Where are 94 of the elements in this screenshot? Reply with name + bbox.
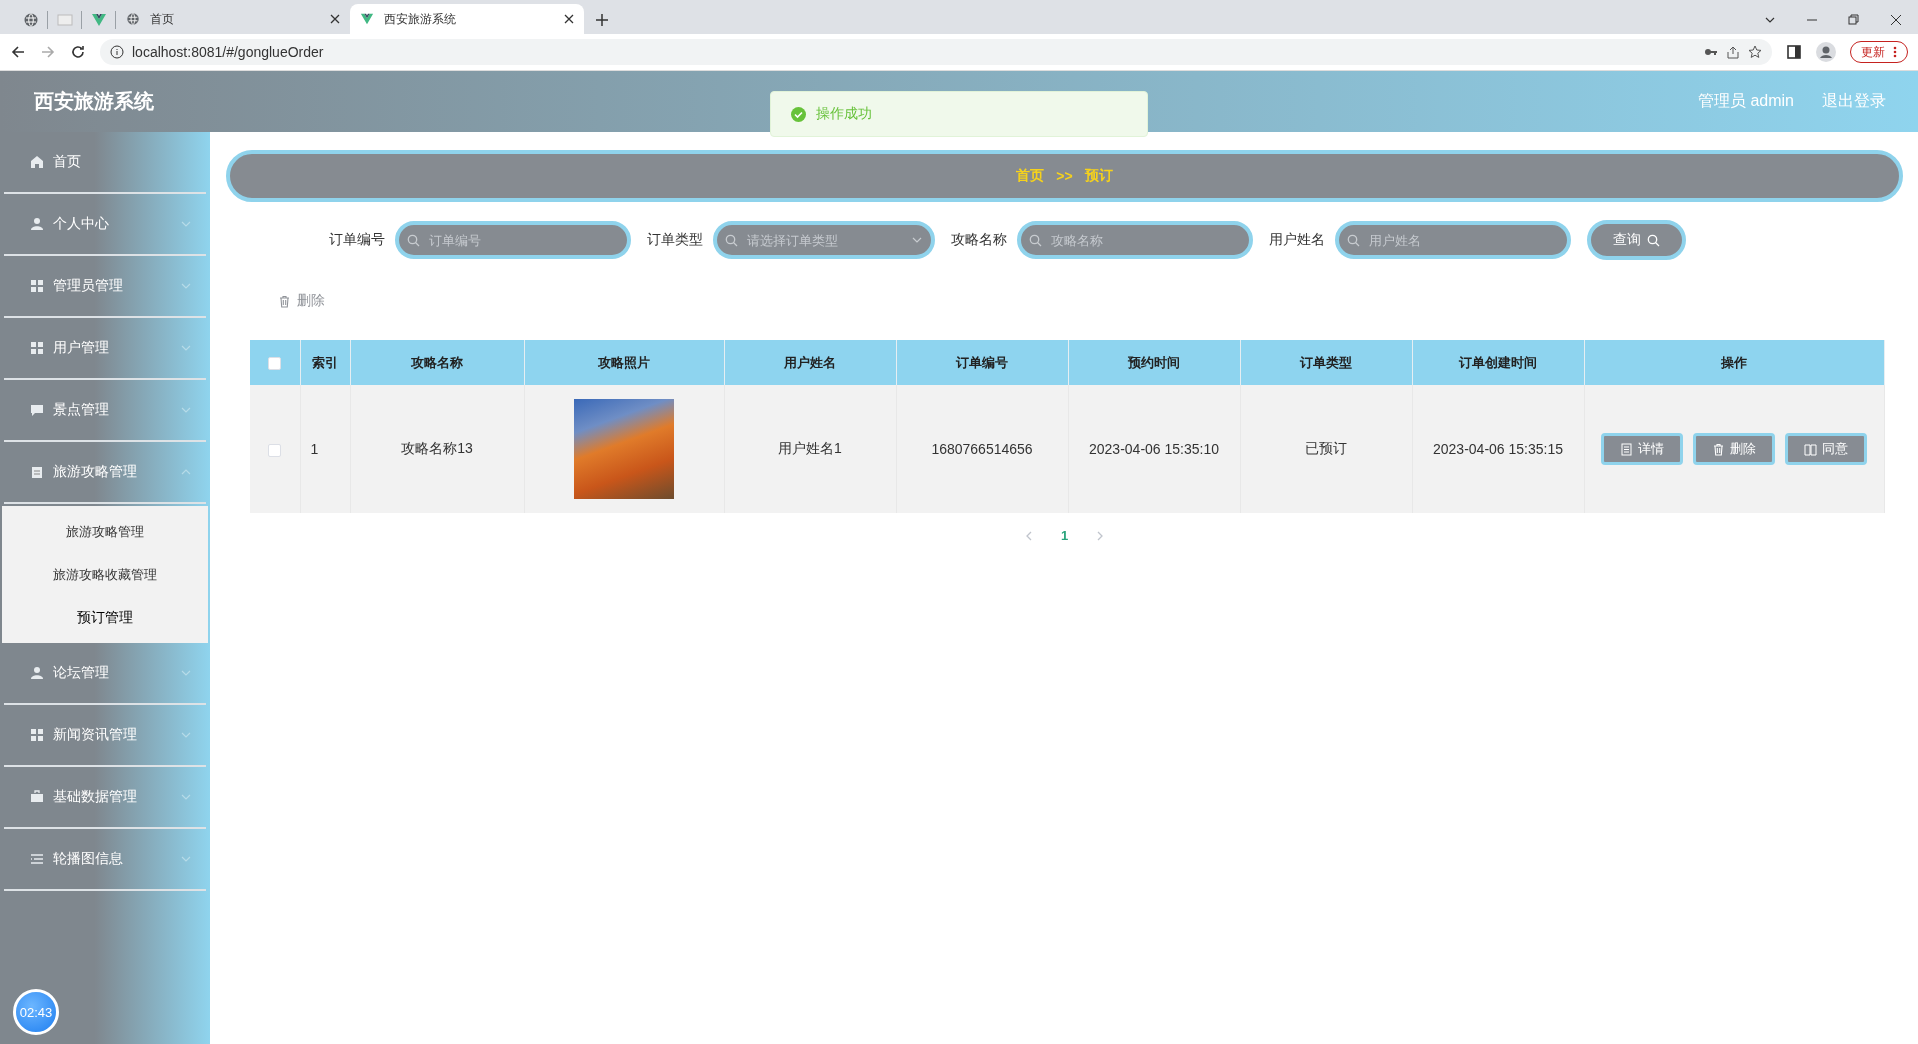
back-icon[interactable]: [10, 44, 26, 60]
column-header: 用户姓名: [784, 354, 836, 370]
share-icon[interactable]: [1726, 45, 1740, 59]
profile-icon[interactable]: [1816, 42, 1836, 62]
plus-icon[interactable]: [596, 14, 608, 26]
sidebar-item[interactable]: 首页: [4, 132, 206, 194]
globe-icon[interactable]: [22, 12, 39, 28]
chat-icon: [30, 403, 44, 417]
row-checkbox[interactable]: [268, 443, 282, 457]
column-header: 索引: [312, 354, 338, 370]
search-button[interactable]: 查询: [1587, 220, 1686, 260]
grid-icon: [30, 341, 44, 355]
table-cell: 攻略名称13: [401, 440, 473, 456]
home-icon: [30, 155, 44, 169]
select-field[interactable]: 请选择订单类型: [713, 221, 935, 259]
sidebar-item[interactable]: 景点管理: [4, 380, 206, 442]
column-header: 订单创建时间: [1459, 354, 1537, 370]
url-text: localhost:8081/#/gonglueOrder: [132, 44, 325, 60]
submenu-item[interactable]: 旅游攻略管理: [2, 510, 208, 553]
more-icon: [1893, 46, 1897, 58]
search-field[interactable]: 攻略名称: [1017, 221, 1253, 259]
toast-text: 操作成功: [816, 105, 872, 123]
sidebar-item[interactable]: 旅游攻略管理: [4, 442, 206, 504]
person-icon: [30, 666, 44, 680]
browser-tab[interactable]: 首页: [116, 4, 350, 34]
app-title: 西安旅游系统: [34, 89, 154, 114]
reload-icon[interactable]: [70, 44, 86, 60]
table-cell: 用户姓名1: [778, 440, 842, 456]
table-cell: 2023-04-06 15:35:15: [1433, 441, 1563, 457]
table-cell: 1: [310, 441, 319, 457]
briefcase-icon: [30, 790, 44, 804]
book-icon: [1804, 442, 1817, 456]
select-all-checkbox[interactable]: [268, 357, 282, 371]
trash-icon: [278, 294, 291, 308]
column-header: 订单编号: [956, 354, 1008, 370]
search-icon: [1347, 234, 1360, 247]
search-icon: [1647, 233, 1660, 247]
update-button[interactable]: 更新: [1850, 41, 1908, 63]
breadcrumb-item: 预订: [1084, 167, 1113, 185]
table-cell: 2023-04-06 15:35:10: [1089, 441, 1219, 457]
clipboard-icon: [30, 465, 44, 479]
column-header: 攻略名称: [411, 354, 463, 370]
user-label: 管理员 admin: [1697, 91, 1794, 111]
sidebar-item[interactable]: 新闻资讯管理: [4, 705, 206, 767]
grid-icon: [30, 728, 44, 742]
field-label: 订单类型: [647, 231, 703, 249]
sidebar-item[interactable]: 论坛管理: [4, 643, 206, 705]
column-header: 操作: [1721, 354, 1747, 370]
field-label: 订单编号: [329, 231, 385, 249]
sidebar-item[interactable]: 基础数据管理: [4, 767, 206, 829]
submenu-item[interactable]: 预订管理: [2, 596, 208, 639]
page-number[interactable]: 1: [1054, 527, 1075, 544]
side-panel-icon[interactable]: [1786, 44, 1802, 60]
table-cell: 已预订: [1305, 440, 1347, 456]
clock-badge: 02:43: [13, 989, 59, 1035]
action-button[interactable]: 详情: [1601, 433, 1683, 465]
v-logo-icon: [360, 12, 374, 26]
globe-icon: [126, 12, 140, 26]
sidebar-item[interactable]: 个人中心: [4, 194, 206, 256]
search-icon: [407, 234, 420, 247]
delete-button[interactable]: 删除: [278, 292, 325, 310]
breadcrumb-separator: >>: [1056, 168, 1073, 184]
close-icon[interactable]: [564, 14, 574, 24]
star-icon[interactable]: [1748, 45, 1762, 59]
sidebar-item[interactable]: 轮播图信息: [4, 829, 206, 891]
list-icon: [30, 852, 44, 866]
person-icon: [30, 217, 44, 231]
info-icon: [110, 45, 124, 59]
address-bar[interactable]: localhost:8081/#/gonglueOrder: [100, 39, 1772, 65]
submenu-item[interactable]: 旅游攻略收藏管理: [2, 553, 208, 596]
success-icon: [791, 106, 806, 122]
browser-tab[interactable]: 西安旅游系统: [350, 4, 584, 34]
document-icon: [1620, 442, 1633, 456]
field-label: 攻略名称: [951, 231, 1007, 249]
grid-icon: [30, 279, 44, 293]
restore-icon[interactable]: [1848, 14, 1860, 26]
search-field[interactable]: 订单编号: [395, 221, 631, 259]
field-label: 用户姓名: [1269, 231, 1325, 249]
table-cell: 1680766514656: [931, 441, 1033, 457]
v-logo-icon[interactable]: [90, 12, 107, 28]
search-icon: [1029, 234, 1042, 247]
action-button[interactable]: 同意: [1785, 433, 1867, 465]
search-field[interactable]: 用户姓名: [1335, 221, 1571, 259]
column-header: 攻略照片: [598, 354, 650, 370]
close-icon[interactable]: [330, 14, 340, 24]
trash-icon: [1712, 442, 1725, 456]
sidebar-item[interactable]: 用户管理: [4, 318, 206, 380]
search-icon: [725, 234, 738, 247]
column-header: 预约时间: [1128, 354, 1180, 370]
close-icon[interactable]: [1890, 14, 1902, 26]
breadcrumb-item[interactable]: 首页: [1016, 167, 1045, 185]
sidebar-item[interactable]: 管理员管理: [4, 256, 206, 318]
column-header: 订单类型: [1300, 354, 1352, 370]
action-button[interactable]: 删除: [1693, 433, 1775, 465]
